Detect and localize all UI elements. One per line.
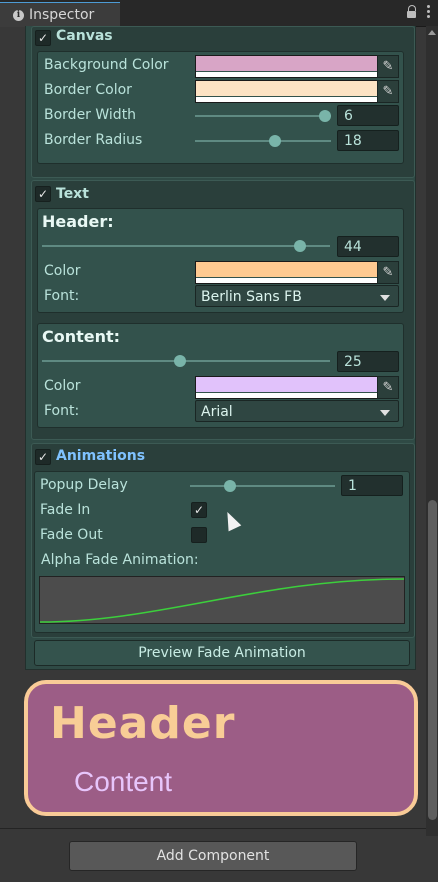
popup-delay-slider-track[interactable] [190,485,335,487]
header-settings-title: Header: [42,212,114,231]
fade-curve-graph [40,578,404,623]
header-font-value: Berlin Sans FB [201,289,302,305]
text-section-title: Text [56,186,89,202]
divider [0,828,426,829]
alpha-fade-animation-label: Alpha Fade Animation: [41,552,199,568]
eyedropper-icon[interactable]: ✎ [377,55,399,78]
popup-preview: Header Content [24,680,418,816]
fade-in-label: Fade In [40,502,91,518]
scroll-up-arrow-icon[interactable] [428,30,436,35]
border-width-label: Border Width [44,107,137,123]
popup-preview-header: Header [50,698,236,749]
header-color-field[interactable] [195,261,378,284]
content-color-swatch [196,377,377,392]
fade-curve-line [40,578,404,623]
header-size-slider-knob[interactable] [294,240,306,252]
info-icon: i [13,9,24,21]
content-font-value: Arial [201,404,233,420]
content-color-label: Color [44,378,81,394]
header-color-label: Color [44,263,81,279]
tab-inspector[interactable]: i Inspector [0,2,120,27]
lock-icon[interactable] [407,5,417,19]
border-color-field[interactable] [195,80,378,103]
canvas-section-title: Canvas [56,28,113,44]
border-color-label: Border Color [44,82,132,98]
border-radius-slider-track[interactable] [195,140,331,142]
alpha-bar [196,97,377,102]
background-color-label: Background Color [44,57,169,73]
background-color-swatch [196,56,377,71]
animations-toggle-checkbox[interactable]: ✓ [35,449,51,465]
popup-delay-input[interactable]: 1 [341,475,403,496]
border-color-swatch [196,81,377,96]
preview-fade-animation-button[interactable]: Preview Fade Animation [34,640,410,666]
header-color-swatch [196,262,377,277]
border-radius-slider-knob[interactable] [269,135,281,147]
alpha-bar [196,393,377,398]
canvas-toggle-checkbox[interactable]: ✓ [35,30,51,46]
content-font-dropdown[interactable]: Arial [195,400,399,422]
content-size-slider-track[interactable] [42,360,330,362]
add-component-button[interactable]: Add Component [69,841,357,871]
eyedropper-icon[interactable]: ✎ [377,376,399,399]
content-size-slider-knob[interactable] [174,355,186,367]
border-width-slider-track[interactable] [195,115,331,117]
scroll-thumb[interactable] [428,500,437,820]
header-size-input[interactable]: 44 [337,236,399,257]
content-font-label: Font: [44,403,80,419]
alpha-fade-curve-field[interactable] [39,576,405,624]
fade-out-label: Fade Out [40,527,103,543]
content-color-field[interactable] [195,376,378,399]
popup-preview-content: Content [74,766,173,797]
border-width-slider-knob[interactable] [319,110,331,122]
border-radius-label: Border Radius [44,132,143,148]
dropdown-arrow-icon [380,295,390,301]
fade-out-checkbox[interactable] [191,527,207,543]
header-size-slider-track[interactable] [42,245,330,247]
animations-section-title: Animations [56,448,146,464]
eyedropper-icon[interactable]: ✎ [377,80,399,103]
background-color-field[interactable] [195,55,378,78]
text-toggle-checkbox[interactable]: ✓ [35,186,51,202]
border-radius-input[interactable]: 18 [337,130,399,151]
tab-actions [407,5,430,19]
dropdown-arrow-icon [380,410,390,416]
content-size-input[interactable]: 25 [337,351,399,372]
header-font-dropdown[interactable]: Berlin Sans FB [195,285,399,307]
tab-title: Inspector [29,7,95,23]
alpha-bar [196,72,377,77]
popup-delay-label: Popup Delay [40,477,128,493]
more-menu-icon[interactable] [427,5,430,18]
fade-in-checkbox[interactable]: ✓ [191,502,207,518]
content-settings-title: Content: [42,327,121,346]
header-font-label: Font: [44,288,80,304]
border-width-input[interactable]: 6 [337,105,399,126]
popup-delay-slider-knob[interactable] [224,480,236,492]
eyedropper-icon[interactable]: ✎ [377,261,399,284]
alpha-bar [196,278,377,283]
tab-bar: i Inspector [0,0,438,27]
